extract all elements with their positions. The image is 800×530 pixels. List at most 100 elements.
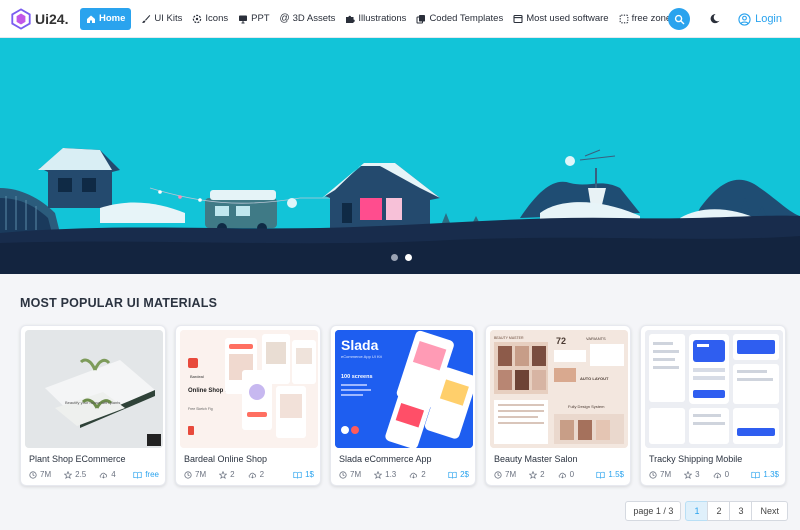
material-card[interactable]: Tracky Shipping Mobile 7M 3 0 1.3$ [640, 325, 786, 486]
nav-item-label: Illustrations [358, 13, 407, 24]
nav-item-label: Icons [205, 13, 229, 24]
cloud-download-icon [248, 472, 256, 478]
copy-icon [416, 14, 426, 24]
moon-icon [710, 14, 720, 24]
rating-stat: 1.3 [374, 470, 396, 479]
clock-icon [339, 470, 347, 479]
brand-logo[interactable]: Ui24. [10, 7, 76, 30]
page-info: page 1 / 3 [625, 501, 682, 521]
rating-stat: 3 [684, 470, 700, 479]
card-stats: 7M 2 0 1.5$ [494, 470, 624, 479]
book-icon [133, 471, 142, 479]
card-thumbnail: Bardeal Online Shop App UI Kit Free Sket… [180, 330, 318, 448]
price-tag: 1.5$ [596, 470, 624, 479]
at-icon: @ [279, 13, 290, 24]
dotted-square-icon [619, 14, 629, 24]
material-card[interactable]: Beautify your house with plants Plant Sh… [20, 325, 166, 486]
price-tag: free [133, 470, 159, 479]
nav-item-label: Coded Templates [429, 13, 504, 24]
downloads-stat: 2 [409, 470, 426, 479]
nav-item-label: 3D Assets [292, 13, 336, 24]
card-stats: 7M 1.3 2 2$ [339, 470, 469, 479]
carousel-dot-1[interactable] [391, 254, 398, 261]
star-icon [684, 470, 693, 479]
nav-item-ui-kits[interactable]: UI Kits [141, 8, 182, 30]
beauty-auto-text: AUTO LAYOUT [580, 376, 609, 381]
cloud-download-icon [713, 472, 721, 478]
cloud-download-icon [409, 472, 418, 478]
views-stat: 7M [184, 470, 206, 479]
book-icon [751, 471, 761, 479]
login-button[interactable]: Login [738, 12, 782, 26]
card-title: Slada eCommerce App [339, 454, 432, 464]
nav-actions: Login [668, 0, 800, 38]
nav-item-illustrations[interactable]: Illustrations [345, 8, 406, 30]
page-button-3[interactable]: 3 [729, 501, 753, 521]
star-icon [219, 470, 228, 479]
nav-item-most-used-software[interactable]: Most used software [513, 8, 609, 30]
window-icon [513, 14, 523, 24]
search-icon [674, 14, 684, 24]
puzzle-icon [345, 14, 356, 24]
home-icon [86, 14, 96, 24]
book-icon [448, 471, 457, 479]
nav-item-3d-assets[interactable]: @ 3D Assets [280, 8, 336, 30]
slada-sub-text: eCommerce App UI Kit [341, 354, 383, 359]
material-card[interactable]: Bardeal Online Shop App UI Kit Free Sket… [175, 325, 321, 486]
card-stats: 7M 2 2 1$ [184, 470, 314, 479]
plant-thumb-text: Beautify your house with plants [65, 400, 120, 405]
nav-item-label: Home [99, 13, 126, 24]
presentation-icon [238, 14, 248, 24]
slada-name-text: Slada [341, 337, 379, 353]
book-icon [293, 471, 302, 479]
downloads-stat: 4 [99, 470, 116, 479]
brush-icon [141, 14, 151, 24]
clock-icon [29, 470, 37, 479]
nav-item-home[interactable]: Home [80, 7, 132, 30]
nav-item-ppt[interactable]: PPT [238, 8, 270, 30]
card-title: Plant Shop ECommerce [29, 454, 126, 464]
next-page-button[interactable]: Next [751, 501, 788, 521]
price-tag: 1$ [293, 470, 314, 479]
nav-item-label: UI Kits [154, 13, 183, 24]
dark-mode-toggle[interactable] [708, 12, 722, 26]
brand-name: Ui24. [35, 10, 69, 27]
nav-item-label: Most used software [526, 13, 609, 24]
slada-screens-text: 100 screens [341, 374, 373, 380]
cloud-download-icon [99, 472, 108, 478]
nav-item-label: free zone [631, 13, 672, 24]
rating-stat: 2 [219, 470, 235, 479]
page-button-2[interactable]: 2 [707, 501, 731, 521]
beauty-variants-text: VARIANTS [586, 336, 606, 341]
card-title: Beauty Master Salon [494, 454, 578, 464]
material-card[interactable]: Slada eCommerce App UI Kit 100 screens S… [330, 325, 476, 486]
search-button[interactable] [668, 8, 691, 30]
card-title: Bardeal Online Shop [184, 454, 268, 464]
card-thumbnail: BEAUTY MASTER 72 VARIANTS AUTO LAYOUT Fu… [490, 330, 628, 448]
bardeal-small-text: Free Sketch Fig [188, 407, 213, 411]
views-stat: 7M [649, 470, 671, 479]
beauty-num-text: 72 [556, 336, 566, 346]
clock-icon [649, 470, 657, 479]
star-icon [374, 470, 383, 479]
carousel-dot-2[interactable] [405, 254, 412, 261]
rating-stat: 2.5 [64, 470, 86, 479]
nav-item-icons[interactable]: Icons [192, 8, 228, 30]
material-card[interactable]: BEAUTY MASTER 72 VARIANTS AUTO LAYOUT Fu… [485, 325, 631, 486]
card-title: Tracky Shipping Mobile [649, 454, 743, 464]
nav-item-free-zone[interactable]: free zone [619, 8, 672, 30]
materials-grid: Beautify your house with plants Plant Sh… [20, 325, 786, 486]
login-label: Login [755, 13, 782, 25]
user-circle-icon [738, 12, 751, 26]
downloads-stat: 0 [713, 470, 729, 479]
hexagon-logo-icon [11, 7, 31, 30]
nav-item-coded-templates[interactable]: Coded Templates [416, 8, 503, 30]
views-stat: 7M [494, 470, 516, 479]
price-tag: 2$ [448, 470, 469, 479]
pagination: page 1 / 3 1 2 3 Next [625, 501, 788, 521]
page-button-1[interactable]: 1 [685, 501, 709, 521]
star-icon [529, 470, 538, 479]
downloads-stat: 0 [558, 470, 574, 479]
card-thumbnail [645, 330, 783, 448]
hero-banner[interactable] [0, 38, 800, 274]
